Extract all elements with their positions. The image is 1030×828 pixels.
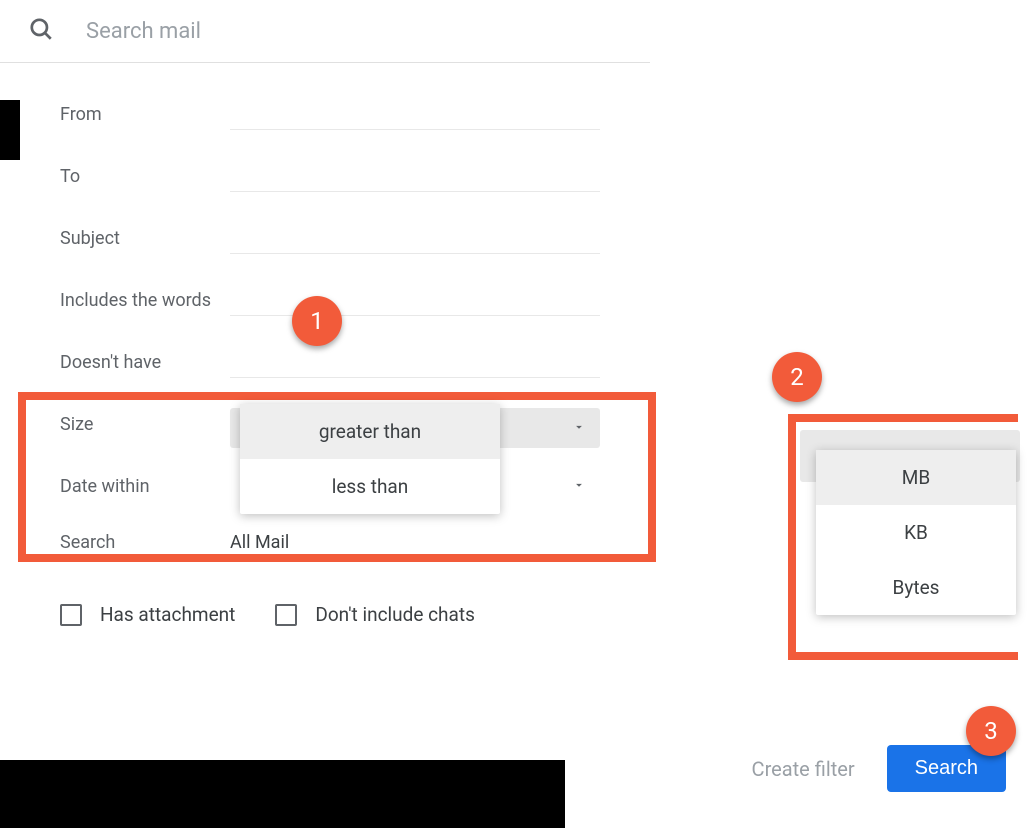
option-greater-than[interactable]: greater than (240, 404, 500, 459)
field-subject: Subject (60, 207, 600, 269)
includes-label: Includes the words (60, 290, 230, 311)
doesnt-input[interactable] (230, 346, 600, 378)
to-label: To (60, 166, 230, 187)
checkbox-icon (275, 604, 297, 626)
redaction-strip (0, 760, 565, 828)
from-label: From (60, 104, 230, 125)
search-bar[interactable]: Search mail (0, 0, 650, 63)
chevron-down-icon (572, 477, 586, 496)
search-icon (28, 16, 54, 46)
has-attachment-label: Has attachment (100, 603, 235, 626)
checkbox-icon (60, 604, 82, 626)
option-mb[interactable]: MB (816, 450, 1016, 505)
option-bytes[interactable]: Bytes (816, 560, 1016, 615)
checkbox-row: Has attachment Don't include chats (60, 603, 600, 626)
redaction-strip-left (0, 100, 20, 160)
action-bar: Create filter Search (752, 745, 1006, 792)
field-search-in: Search All Mail (60, 517, 600, 567)
searchin-label: Search (60, 532, 230, 553)
size-comparator-dropdown[interactable]: greater than less than (240, 404, 500, 514)
dont-include-chats-label: Don't include chats (315, 603, 475, 626)
from-input[interactable] (230, 98, 600, 130)
size-unit-dropdown[interactable]: MB KB Bytes (816, 450, 1016, 615)
subject-input[interactable] (230, 222, 600, 254)
create-filter-link[interactable]: Create filter (752, 757, 855, 781)
size-unit-panel: MB KB Bytes (800, 430, 1020, 482)
includes-input[interactable] (230, 284, 600, 316)
advanced-search-panel: From To Subject Includes the words Doesn… (0, 63, 640, 646)
searchin-value[interactable]: All Mail (230, 532, 289, 553)
annotation-callout-1: 1 (292, 296, 342, 346)
date-label: Date within (60, 476, 230, 497)
field-to: To (60, 145, 600, 207)
chevron-down-icon (572, 419, 586, 438)
size-label: Size (60, 414, 230, 435)
search-input-placeholder[interactable]: Search mail (86, 19, 622, 44)
to-input[interactable] (230, 160, 600, 192)
option-less-than[interactable]: less than (240, 459, 500, 514)
option-kb[interactable]: KB (816, 505, 1016, 560)
annotation-callout-2: 2 (772, 352, 822, 402)
doesnt-label: Doesn't have (60, 352, 230, 373)
dont-include-chats-checkbox[interactable]: Don't include chats (275, 603, 475, 626)
subject-label: Subject (60, 228, 230, 249)
field-from: From (60, 83, 600, 145)
has-attachment-checkbox[interactable]: Has attachment (60, 603, 235, 626)
annotation-callout-3: 3 (966, 706, 1016, 756)
